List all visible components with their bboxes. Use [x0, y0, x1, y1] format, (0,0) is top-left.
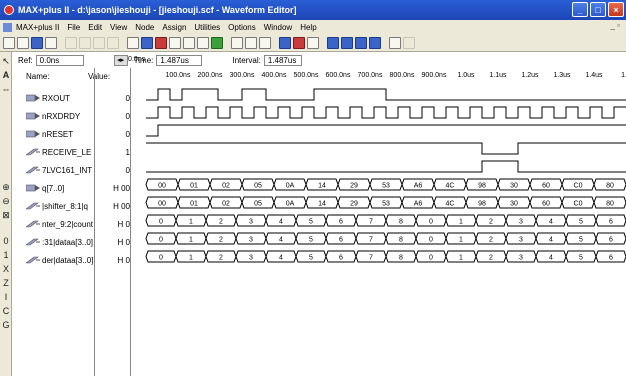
bus-value-label: A6	[414, 201, 423, 208]
bus-value-label: 7	[369, 219, 373, 226]
bus-value-label: 5	[579, 255, 583, 262]
waveform-canvas[interactable]: 00 01 02 05 0A 14 29 53 A6 4C 98 30 60 C0 8000 01 02 05 0A…	[0, 0, 626, 376]
bus-value-label: 1	[459, 219, 463, 226]
bus-value-label: 3	[519, 237, 523, 244]
bus-value-label: 30	[510, 201, 518, 208]
bus-value-label: 1	[459, 255, 463, 262]
bus-value-label: 2	[489, 255, 493, 262]
bus-value-label: 5	[309, 255, 313, 262]
bus-value-label: 1	[189, 237, 193, 244]
bus-value-label: 02	[222, 201, 230, 208]
bus-value-label: 6	[609, 237, 613, 244]
bus-value-label: 05	[254, 183, 262, 190]
bus-value-label: 0	[159, 219, 163, 226]
bus-value-label: 30	[510, 183, 518, 190]
bus-value-label: C0	[574, 201, 583, 208]
bus-value-label: 53	[382, 183, 390, 190]
waveform-trace	[146, 124, 626, 137]
bus-value-label: 2	[219, 255, 223, 262]
bus-value-label: 5	[309, 237, 313, 244]
bus-value-label: 8	[399, 237, 403, 244]
bus-value-label: 2	[219, 237, 223, 244]
bus-value-label: 5	[309, 219, 313, 226]
bus-value-label: 6	[609, 255, 613, 262]
bus-value-label: 8	[399, 255, 403, 262]
bus-value-label: C0	[574, 183, 583, 190]
bus-value-label: 6	[339, 237, 343, 244]
bus-value-label: 0	[429, 255, 433, 262]
bus-value-label: 1	[189, 255, 193, 262]
bus-value-label: 3	[249, 219, 253, 226]
bus-value-label: 0	[429, 237, 433, 244]
waveform-trace	[146, 160, 626, 173]
bus-value-label: 60	[542, 183, 550, 190]
bus-value-label: 29	[350, 183, 358, 190]
bus-value-label: 4	[279, 255, 283, 262]
waveform-trace	[146, 88, 626, 101]
bus-value-label: 4	[279, 219, 283, 226]
bus-value-label: 14	[318, 201, 326, 208]
bus-value-label: 4C	[446, 201, 455, 208]
bus-value-label: 53	[382, 201, 390, 208]
bus-value-label: 4	[279, 237, 283, 244]
bus-value-label: 7	[369, 255, 373, 262]
bus-value-label: 2	[219, 219, 223, 226]
bus-value-label: 02	[222, 183, 230, 190]
bus-value-label: 0A	[286, 183, 295, 190]
bus-value-label: 3	[249, 255, 253, 262]
bus-value-label: 01	[190, 201, 198, 208]
bus-value-label: 5	[579, 219, 583, 226]
bus-value-label: 01	[190, 183, 198, 190]
bus-value-label: 0A	[286, 201, 295, 208]
bus-value-label: 00	[158, 183, 166, 190]
bus-value-label: 1	[459, 237, 463, 244]
bus-value-label: 0	[429, 219, 433, 226]
bus-value-label: 05	[254, 201, 262, 208]
bus-value-label: 8	[399, 219, 403, 226]
bus-value-label: 0	[159, 237, 163, 244]
bus-value-label: 4C	[446, 183, 455, 190]
bus-value-label: 3	[519, 219, 523, 226]
bus-value-label: 6	[339, 219, 343, 226]
bus-value-label: 2	[489, 219, 493, 226]
bus-value-label: 6	[609, 219, 613, 226]
bus-value-label: 14	[318, 183, 326, 190]
bus-value-label: 2	[489, 237, 493, 244]
bus-value-label: 00	[158, 201, 166, 208]
bus-value-label: 60	[542, 201, 550, 208]
bus-value-label: 98	[478, 201, 486, 208]
bus-value-label: 5	[579, 237, 583, 244]
bus-value-label: 4	[549, 255, 553, 262]
bus-value-label: 1	[189, 219, 193, 226]
bus-value-label: 80	[606, 201, 614, 208]
bus-value-label: 6	[339, 255, 343, 262]
bus-value-label: 98	[478, 183, 486, 190]
bus-value-label: 4	[549, 237, 553, 244]
waveform-trace	[146, 106, 626, 119]
bus-value-label: 29	[350, 201, 358, 208]
bus-value-label: 0	[159, 255, 163, 262]
bus-value-label: 80	[606, 183, 614, 190]
waveform-trace	[146, 142, 626, 155]
bus-value-label: 3	[249, 237, 253, 244]
bus-value-label: 7	[369, 237, 373, 244]
bus-value-label: 4	[549, 219, 553, 226]
bus-value-label: A6	[414, 183, 423, 190]
bus-value-label: 3	[519, 255, 523, 262]
